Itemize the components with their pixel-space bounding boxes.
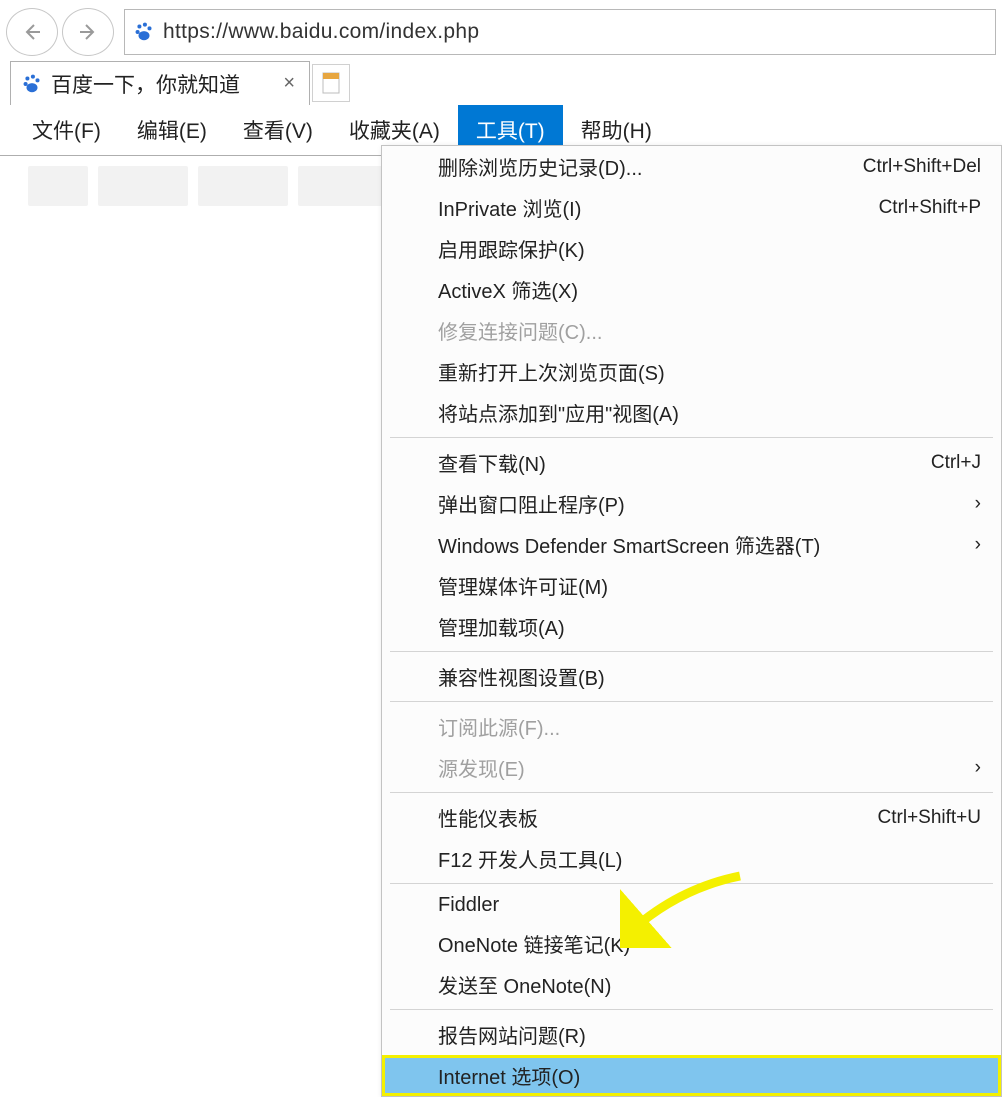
menu-item-label: 管理媒体许可证(M) bbox=[438, 571, 981, 600]
page-icon bbox=[322, 72, 340, 94]
arrow-right-icon bbox=[76, 20, 100, 44]
menu-item-shortcut: Ctrl+Shift+Del bbox=[863, 156, 981, 178]
menu-item-label: 修复连接问题(C)... bbox=[438, 316, 981, 345]
tab-close-button[interactable]: × bbox=[279, 72, 299, 95]
menu-separator bbox=[390, 701, 993, 702]
baidu-paw-icon bbox=[133, 21, 155, 43]
menu-item-label: ActiveX 筛选(X) bbox=[438, 275, 981, 304]
tools-menu-item[interactable]: Internet 选项(O) bbox=[382, 1055, 1001, 1096]
chevron-right-icon: › bbox=[969, 493, 981, 515]
menu-file[interactable]: 文件(F) bbox=[14, 105, 119, 155]
address-bar[interactable]: https://www.baidu.com/index.php bbox=[124, 9, 996, 55]
tools-menu-item[interactable]: 性能仪表板Ctrl+Shift+U bbox=[382, 797, 1001, 838]
tools-menu-item[interactable]: 报告网站问题(R) bbox=[382, 1014, 1001, 1055]
url-text: https://www.baidu.com/index.php bbox=[163, 20, 479, 44]
tab-title: 百度一下，你就知道 bbox=[51, 69, 271, 99]
nav-bar: https://www.baidu.com/index.php bbox=[0, 0, 1002, 61]
tools-menu-item[interactable]: F12 开发人员工具(L) bbox=[382, 838, 1001, 879]
menu-item-shortcut: Ctrl+Shift+P bbox=[879, 197, 981, 219]
tools-menu-item[interactable]: 查看下载(N)Ctrl+J bbox=[382, 442, 1001, 483]
tools-menu-item[interactable]: 重新打开上次浏览页面(S) bbox=[382, 351, 1001, 392]
tools-menu-item[interactable]: 启用跟踪保护(K) bbox=[382, 228, 1001, 269]
tools-menu-item[interactable]: 弹出窗口阻止程序(P)› bbox=[382, 483, 1001, 524]
back-button[interactable] bbox=[6, 8, 58, 56]
menu-item-label: 重新打开上次浏览页面(S) bbox=[438, 357, 981, 386]
menu-item-shortcut: Ctrl+Shift+U bbox=[878, 807, 981, 829]
menu-item-label: 订阅此源(F)... bbox=[438, 712, 981, 741]
menu-separator bbox=[390, 437, 993, 438]
tools-menu-item[interactable]: ActiveX 筛选(X) bbox=[382, 269, 1001, 310]
tools-menu-item: 源发现(E)› bbox=[382, 747, 1001, 788]
tools-menu-item[interactable]: InPrivate 浏览(I)Ctrl+Shift+P bbox=[382, 187, 1001, 228]
menu-item-label: F12 开发人员工具(L) bbox=[438, 844, 981, 873]
menu-item-label: 管理加载项(A) bbox=[438, 612, 981, 641]
menu-item-label: Windows Defender SmartScreen 筛选器(T) bbox=[438, 530, 969, 559]
menu-item-label: 删除浏览历史记录(D)... bbox=[438, 152, 863, 181]
menu-item-label: Fiddler bbox=[438, 894, 981, 917]
tools-menu-item[interactable]: OneNote 链接笔记(K) bbox=[382, 923, 1001, 964]
tools-menu-item[interactable]: 管理加载项(A) bbox=[382, 606, 1001, 647]
menu-item-label: 启用跟踪保护(K) bbox=[438, 234, 981, 263]
menu-item-label: Internet 选项(O) bbox=[438, 1061, 981, 1090]
baidu-paw-icon bbox=[21, 73, 43, 95]
menu-item-label: 将站点添加到"应用"视图(A) bbox=[438, 398, 981, 427]
tools-menu-item[interactable]: Windows Defender SmartScreen 筛选器(T)› bbox=[382, 524, 1001, 565]
tools-menu-item[interactable]: 删除浏览历史记录(D)...Ctrl+Shift+Del bbox=[382, 146, 1001, 187]
chevron-right-icon: › bbox=[969, 534, 981, 556]
menu-item-label: 性能仪表板 bbox=[438, 803, 878, 832]
menu-item-label: 发送至 OneNote(N) bbox=[438, 970, 981, 999]
tools-dropdown: 删除浏览历史记录(D)...Ctrl+Shift+DelInPrivate 浏览… bbox=[381, 145, 1002, 1097]
menu-separator bbox=[390, 883, 993, 884]
tools-menu-item[interactable]: 兼容性视图设置(B) bbox=[382, 656, 1001, 697]
menu-item-label: 源发现(E) bbox=[438, 753, 969, 782]
menu-separator bbox=[390, 1009, 993, 1010]
tab-strip: 百度一下，你就知道 × bbox=[0, 61, 1002, 105]
menu-separator bbox=[390, 792, 993, 793]
menu-item-label: 兼容性视图设置(B) bbox=[438, 662, 981, 691]
arrow-left-icon bbox=[20, 20, 44, 44]
menu-item-shortcut: Ctrl+J bbox=[931, 452, 981, 474]
tab-baidu[interactable]: 百度一下，你就知道 × bbox=[10, 61, 310, 105]
menu-item-label: 弹出窗口阻止程序(P) bbox=[438, 489, 969, 518]
tools-menu-item[interactable]: 管理媒体许可证(M) bbox=[382, 565, 1001, 606]
menu-item-label: OneNote 链接笔记(K) bbox=[438, 929, 981, 958]
tools-menu-item: 订阅此源(F)... bbox=[382, 706, 1001, 747]
tools-menu-item[interactable]: 将站点添加到"应用"视图(A) bbox=[382, 392, 1001, 433]
tools-menu-item[interactable]: Fiddler bbox=[382, 888, 1001, 923]
menu-separator bbox=[390, 651, 993, 652]
new-tab-button[interactable] bbox=[312, 64, 350, 102]
chevron-right-icon: › bbox=[969, 757, 981, 779]
menu-item-label: 报告网站问题(R) bbox=[438, 1020, 981, 1049]
menu-view[interactable]: 查看(V) bbox=[225, 105, 331, 155]
menu-item-label: 查看下载(N) bbox=[438, 448, 931, 477]
tools-menu-item: 修复连接问题(C)... bbox=[382, 310, 1001, 351]
menu-edit[interactable]: 编辑(E) bbox=[119, 105, 225, 155]
menu-item-label: InPrivate 浏览(I) bbox=[438, 193, 879, 222]
tools-menu-item[interactable]: 发送至 OneNote(N) bbox=[382, 964, 1001, 1005]
forward-button[interactable] bbox=[62, 8, 114, 56]
